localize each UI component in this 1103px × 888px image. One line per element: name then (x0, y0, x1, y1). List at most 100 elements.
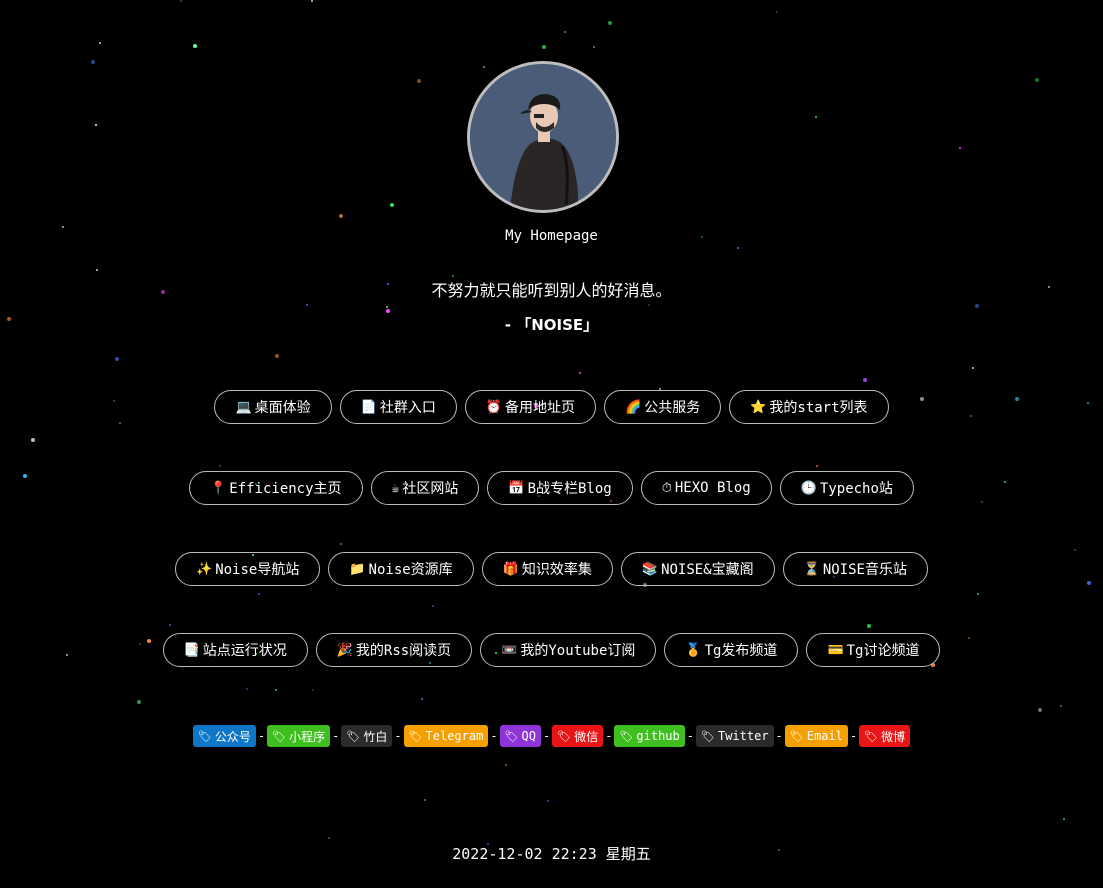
calendar-icon: 📅 (508, 480, 525, 496)
star-dot (99, 42, 101, 44)
avatar[interactable] (467, 61, 619, 213)
link-public-services[interactable]: 🌈 公共服务 (604, 390, 722, 424)
separator: - (257, 729, 266, 743)
badge-github[interactable]: 🏷 github (614, 725, 685, 747)
link-desktop-experience[interactable]: 💻 桌面体验 (214, 390, 332, 424)
link-row-2: 📍 Efficiency主页 ☕ 社区网站 📅 B战专栏Blog ⏱ HEXO Blog… (0, 471, 1103, 505)
link-noise-nav[interactable]: ✨ Noise导航站 (175, 552, 321, 586)
videocassette-icon: 📼 (501, 642, 518, 658)
star-dot (564, 31, 566, 33)
document-icon: 📄 (360, 399, 377, 415)
label-tag-icon: 🏷 (408, 729, 423, 743)
folder-icon: 📁 (349, 561, 366, 577)
link-backup-address[interactable]: ⏰ 备用地址页 (464, 390, 597, 424)
homepage: My Homepage 不努力就只能听到别人的好消息。 - 「NOISE」 💻 桌… (0, 0, 1103, 888)
badge-telegram[interactable]: 🏷 Telegram (403, 725, 489, 747)
link-hexo-blog[interactable]: ⏱ HEXO Blog (640, 471, 772, 505)
label-tag-icon: 🏷 (504, 729, 519, 743)
badge-email[interactable]: 🏷 Email (784, 725, 848, 747)
star-dot (390, 203, 394, 207)
star-dot (193, 44, 197, 48)
star-dot (115, 357, 119, 361)
star-dot (275, 354, 279, 358)
link-youtube-subs[interactable]: 📼 我的Youtube订阅 (480, 633, 657, 667)
badge-wechat-official[interactable]: 🏷 公众号 (192, 725, 256, 747)
label-tag-icon: 🏷 (789, 729, 804, 743)
card-icon: 💳 (827, 642, 844, 658)
separator: - (394, 729, 402, 743)
star-dot (867, 624, 871, 628)
badge-wechat[interactable]: 🏷 微信 (552, 725, 604, 747)
avatar-person-image (470, 64, 616, 210)
badge-weibo[interactable]: 🏷 微博 (859, 725, 911, 747)
star-dot (972, 367, 974, 369)
coffee-icon: ☕ (391, 480, 400, 496)
link-knowledge-collection[interactable]: 🎁 知识效率集 (481, 552, 613, 586)
star-dot (1074, 549, 1076, 551)
star-dot (1035, 78, 1039, 82)
star-dot (421, 698, 423, 700)
star-dot (169, 624, 171, 626)
gift-icon: 🎁 (502, 561, 519, 577)
link-row-1: 💻 桌面体验 📄 社群入口 ⏰ 备用地址页 🌈 公共服务 ⭐ 我的start列表 (0, 390, 1103, 424)
pin-icon: 📍 (210, 480, 227, 496)
star-dot (737, 247, 739, 249)
star-dot (483, 66, 485, 68)
link-efficiency-home[interactable]: 📍 Efficiency主页 (189, 471, 363, 505)
rainbow-icon: 🌈 (625, 399, 642, 415)
motto-author: - 「NOISE」 (504, 316, 599, 334)
link-bilibili-blog[interactable]: 📅 B战专栏Blog (487, 471, 633, 505)
link-typecho-site[interactable]: 🕒 Typecho站 (779, 471, 914, 505)
star-dot (424, 799, 426, 801)
link-community-site[interactable]: ☕ 社区网站 (370, 471, 480, 505)
label-tag-icon: 🏷 (701, 729, 715, 743)
star-dot (91, 60, 95, 64)
link-community-entry[interactable]: 📄 社群入口 (339, 390, 457, 424)
separator: - (686, 729, 694, 743)
badge-twitter[interactable]: 🏷 Twitter (696, 725, 774, 747)
motto-quote: 不努力就只能听到别人的好消息。 (431, 281, 672, 300)
star-dot (219, 465, 221, 467)
alarm-clock-icon: ⏰ (485, 399, 503, 415)
star-dot (417, 79, 421, 83)
star-dot (386, 309, 390, 313)
label-tag-icon: 🏷 (346, 729, 361, 743)
star-dot (339, 214, 343, 218)
label-tag-icon: 🏷 (864, 729, 879, 743)
label-tag-icon: 🏷 (272, 729, 287, 743)
star-dot (328, 837, 330, 839)
site-title: My Homepage (505, 228, 598, 244)
link-row-3: ✨ Noise导航站 📁 Noise资源库 🎁 知识效率集 📚 NOISE&宝藏阁 ⏳ N… (0, 552, 1103, 586)
link-tg-channel[interactable]: 🏅 Tg发布频道 (664, 633, 799, 667)
link-site-status[interactable]: 📑 站点运行状况 (162, 633, 308, 667)
star-dot (96, 269, 98, 271)
datetime-clock: 2022-12-02 22:23 星期五 (452, 845, 651, 863)
star-dot (505, 764, 507, 766)
star-dot (816, 465, 818, 467)
bookmark-tabs-icon: 📑 (183, 642, 200, 658)
separator: - (849, 729, 858, 743)
star-dot (542, 45, 546, 49)
label-tag-icon: 🏷 (197, 729, 212, 743)
link-noise-resources[interactable]: 📁 Noise资源库 (328, 552, 474, 586)
badge-qq[interactable]: 🏷 QQ (499, 725, 541, 747)
badge-zhubai[interactable]: 🏷 竹白 (341, 725, 393, 747)
star-dot (608, 21, 612, 25)
star-dot (547, 800, 549, 802)
link-start-list[interactable]: ⭐ 我的start列表 (729, 390, 889, 424)
star-dot (776, 11, 778, 13)
link-rss-reader[interactable]: 🎉 我的Rss阅读页 (315, 633, 473, 667)
party-popper-icon: 🎉 (336, 642, 353, 658)
social-badges: 🏷 公众号 - 🏷 小程序 - 🏷 竹白 - 🏷 Telegram - 🏷 QQ - 🏷 微… (0, 725, 1103, 747)
link-tg-discussion[interactable]: 💳 Tg讨论频道 (806, 633, 941, 667)
star-dot (579, 372, 581, 374)
link-noise-treasure[interactable]: 📚 NOISE&宝藏阁 (620, 552, 775, 586)
link-noise-music[interactable]: ⏳ NOISE音乐站 (782, 552, 928, 586)
badge-mini-program[interactable]: 🏷 小程序 (267, 725, 331, 747)
separator: - (775, 729, 783, 743)
clock-icon: 🕒 (800, 480, 817, 496)
star-dot (31, 438, 35, 442)
star-dot (312, 689, 314, 691)
label-tag-icon: 🏷 (557, 729, 572, 743)
hourglass-icon: ⏳ (803, 561, 820, 577)
